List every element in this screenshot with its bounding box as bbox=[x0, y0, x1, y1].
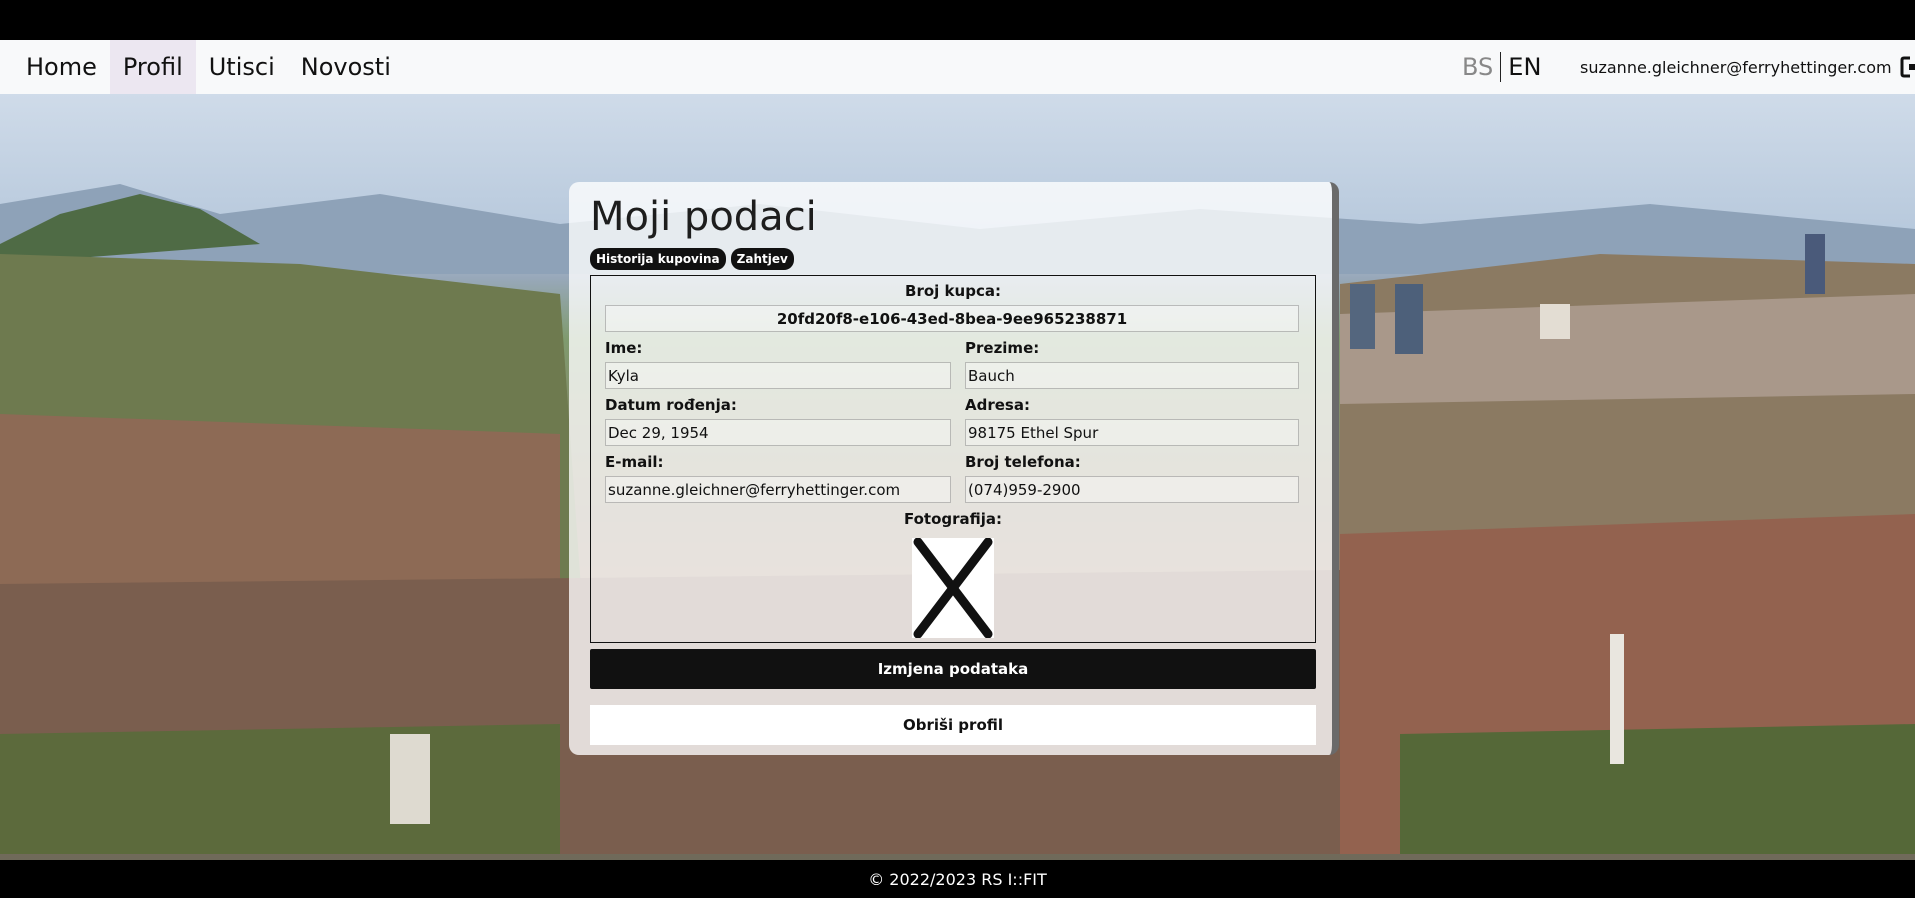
email-field: suzanne.gleichner@ferryhettinger.com bbox=[605, 476, 951, 503]
phone-label: Broj telefona: bbox=[965, 453, 1081, 471]
footer: © 2022/2023 RS I::FIT bbox=[0, 860, 1915, 898]
customer-number-field: 20fd20f8-e106-43ed-8bea-9ee965238871 bbox=[605, 305, 1299, 332]
lang-en[interactable]: EN bbox=[1501, 53, 1548, 81]
address-label: Adresa: bbox=[965, 396, 1030, 414]
delete-profile-button[interactable]: Obriši profil bbox=[590, 705, 1316, 745]
user-area: suzanne.gleichner@ferryhettinger.com bbox=[1580, 40, 1915, 94]
first-name-label: Ime: bbox=[605, 339, 643, 357]
page-title: Moji podaci bbox=[590, 194, 817, 240]
nav-profil[interactable]: Profil bbox=[109, 40, 196, 94]
profile-info-box: Broj kupca: 20fd20f8-e106-43ed-8bea-9ee9… bbox=[590, 275, 1316, 643]
profile-actions: Historija kupovina Zahtjev bbox=[590, 248, 794, 270]
edit-profile-button[interactable]: Izmjena podataka bbox=[590, 649, 1316, 689]
request-button[interactable]: Zahtjev bbox=[730, 248, 794, 270]
customer-number-label: Broj kupca: bbox=[905, 282, 1001, 300]
profile-photo bbox=[912, 537, 994, 639]
nav-novosti[interactable]: Novosti bbox=[288, 40, 404, 94]
dob-label: Datum rođenja: bbox=[605, 396, 737, 414]
email-label: E-mail: bbox=[605, 453, 664, 471]
profile-card: Moji podaci Historija kupovina Zahtjev B… bbox=[569, 182, 1339, 755]
lang-bs[interactable]: BS bbox=[1455, 53, 1500, 81]
nav-home[interactable]: Home bbox=[13, 40, 110, 94]
photo-label: Fotografija: bbox=[903, 510, 1003, 528]
placeholder-x-icon bbox=[913, 537, 993, 639]
phone-field: (074)959-2900 bbox=[965, 476, 1299, 503]
purchase-history-button[interactable]: Historija kupovina bbox=[590, 248, 726, 270]
sign-out-icon[interactable] bbox=[1900, 56, 1915, 78]
footer-text: © 2022/2023 RS I::FIT bbox=[868, 869, 1047, 889]
top-black-bar bbox=[0, 0, 1915, 40]
dob-field: Dec 29, 1954 bbox=[605, 419, 951, 446]
language-switcher: BS EN bbox=[1455, 40, 1548, 94]
navbar: Home Profil Utisci Novosti BS EN suzanne… bbox=[0, 40, 1915, 94]
nav-utisci[interactable]: Utisci bbox=[196, 40, 288, 94]
user-email: suzanne.gleichner@ferryhettinger.com bbox=[1580, 57, 1892, 77]
last-name-label: Prezime: bbox=[965, 339, 1040, 357]
first-name-field: Kyla bbox=[605, 362, 951, 389]
nav-links: Home Profil Utisci Novosti bbox=[13, 40, 404, 94]
address-field: 98175 Ethel Spur bbox=[965, 419, 1299, 446]
last-name-field: Bauch bbox=[965, 362, 1299, 389]
